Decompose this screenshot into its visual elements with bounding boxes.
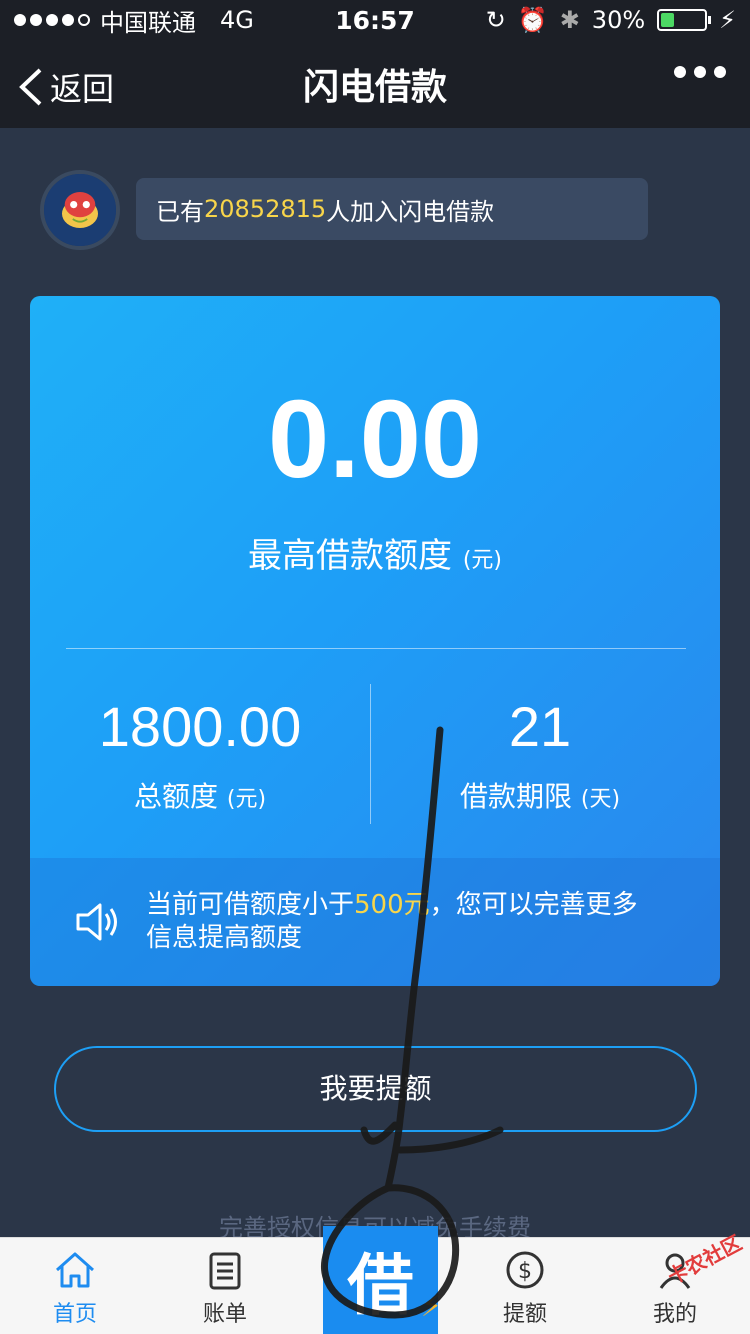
tab-mine-label: 我的 (652, 1302, 697, 1327)
join-count-banner: 已有 20852815 人加入闪电借款 (136, 178, 648, 240)
max-loan-amount: 0.00 (267, 378, 483, 501)
battery-icon (657, 9, 712, 31)
chevron-left-icon (19, 68, 42, 106)
total-limit: 1800.00 总额度 (元) (30, 694, 370, 815)
tab-borrow-label: 借 (347, 1247, 414, 1324)
notice-text: 当前可借额度小于500元，您可以完善更多信息提高额度 (146, 889, 656, 955)
bill-icon (209, 1252, 241, 1290)
notice-prefix: 当前可借额度小于 (146, 890, 355, 920)
carrier: 中国联通 (100, 8, 196, 37)
loan-card: 0.00 最高借款额度 (元) 1800.00 总额度 (元) 21 借款期限 … (30, 296, 720, 986)
loan-term-value: 21 (508, 695, 572, 758)
nav-bar: 返回 闪电借款 (0, 40, 750, 128)
bluetooth-icon: ✱ (559, 6, 580, 34)
total-limit-unit: (元) (226, 787, 267, 812)
more-dot-icon (694, 66, 706, 78)
max-loan-label-text: 最高借款额度 (248, 536, 452, 576)
lightning-icon: ⚡ (420, 1289, 442, 1324)
join-prefix: 已有 (156, 197, 204, 226)
back-button[interactable]: 返回 (18, 64, 114, 110)
max-loan-unit: (元) (462, 548, 502, 573)
back-label: 返回 (50, 70, 115, 108)
rotation-lock-icon: ↻ (485, 6, 506, 34)
loan-term-label: 借款期限 (天) (370, 775, 710, 815)
dollar-circle-icon: $ (506, 1251, 544, 1289)
tab-raise-limit-label: 提额 (502, 1302, 547, 1327)
total-limit-label: 总额度 (元) (30, 775, 370, 815)
raise-limit-button[interactable]: 我要提额 (54, 1046, 697, 1132)
tab-bills[interactable]: 账单 (150, 1238, 300, 1334)
alarm-icon: ⏰ (517, 6, 548, 34)
tab-raise-limit[interactable]: $ 提额 (450, 1238, 600, 1334)
clock: 16:57 (335, 5, 415, 35)
mascot-avatar (40, 170, 120, 250)
join-count: 20852815 (204, 195, 327, 223)
more-dot-icon (714, 66, 726, 78)
more-button[interactable] (674, 66, 726, 78)
signal-icon (14, 14, 90, 26)
notice-highlight: 500元 (354, 890, 430, 920)
tab-home-label: 首页 (52, 1302, 97, 1327)
loan-term-unit: (天) (580, 787, 621, 812)
home-icon (56, 1252, 94, 1288)
tab-borrow[interactable]: 借 ⚡ (323, 1226, 442, 1334)
loan-term: 21 借款期限 (天) (370, 694, 710, 815)
status-bar: 中国联通 4G 16:57 ↻ ⏰ ✱ 30% ⚡ (0, 0, 750, 40)
charging-icon: ⚡ (719, 6, 736, 34)
divider (66, 648, 686, 649)
network-type: 4G (220, 6, 254, 34)
tab-bills-label: 账单 (202, 1302, 247, 1327)
svg-text:$: $ (518, 1259, 532, 1284)
total-limit-value: 1800.00 (98, 695, 302, 758)
speaker-icon (76, 903, 117, 941)
total-limit-label-text: 总额度 (133, 780, 218, 813)
max-loan-label: 最高借款额度 (元) (30, 528, 720, 577)
more-dot-icon (674, 66, 686, 78)
tab-home[interactable]: 首页 (0, 1238, 150, 1334)
join-suffix: 人加入闪电借款 (326, 197, 495, 226)
notice-bar: 当前可借额度小于500元，您可以完善更多信息提高额度 (30, 858, 720, 986)
battery-percent: 30% (591, 6, 646, 34)
loan-term-label-text: 借款期限 (459, 780, 572, 813)
